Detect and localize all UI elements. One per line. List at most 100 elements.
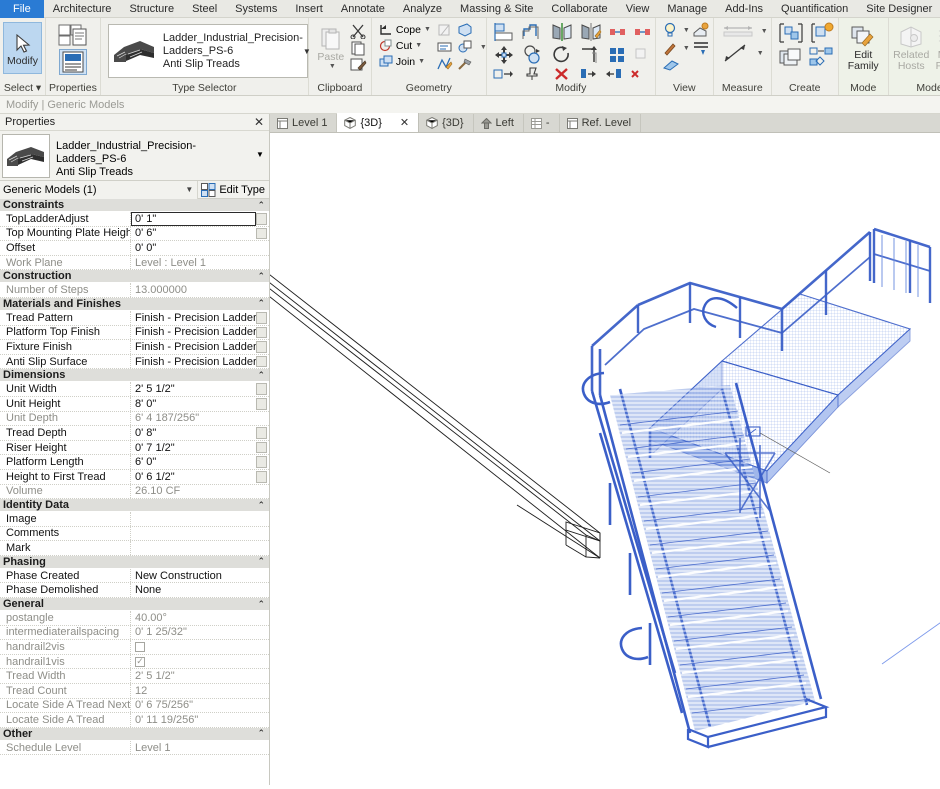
mirror-pick-axis-icon[interactable] <box>551 22 573 42</box>
linework-icon[interactable] <box>662 40 678 56</box>
property-value[interactable] <box>131 640 256 654</box>
property-row[interactable]: TopLadderAdjust0' 1" <box>0 212 269 227</box>
property-row[interactable]: Locate Side A Tread0' 11 19/256" <box>0 713 269 728</box>
property-browse-button[interactable] <box>256 427 267 439</box>
view-tab-[interactable]: - <box>524 114 560 132</box>
property-browse-button[interactable] <box>256 213 267 225</box>
property-row[interactable]: Anti Slip SurfaceFinish - Precision Ladd… <box>0 355 269 370</box>
view-tab-left[interactable]: Left <box>474 114 524 132</box>
property-row[interactable]: Tread Depth0' 8" <box>0 426 269 441</box>
linework-dropdown-icon[interactable]: ▼ <box>683 45 690 52</box>
cope-button[interactable]: Cope ▼ <box>377 22 433 37</box>
property-value[interactable]: New Construction <box>131 569 256 583</box>
type-properties-icon[interactable] <box>58 23 88 47</box>
scale-icon[interactable] <box>493 67 515 81</box>
property-value[interactable]: Finish - Precision Ladders... <box>131 311 256 325</box>
type-selector-combo[interactable]: Ladder_Industrial_Precision- Ladders_PS-… <box>108 24 308 78</box>
split-face-icon[interactable] <box>437 23 453 37</box>
property-browse-button[interactable] <box>256 356 267 368</box>
cut-clipboard-icon[interactable] <box>350 24 368 39</box>
drawing-canvas[interactable]: 2' - 6" <box>270 133 940 785</box>
property-group-header[interactable]: Constraints⌃ <box>0 199 269 212</box>
menu-tab-collaborate[interactable]: Collaborate <box>542 0 616 18</box>
collapse-chevron-icon[interactable]: ⌃ <box>257 298 265 309</box>
property-row[interactable]: Riser Height0' 7 1/2" <box>0 441 269 456</box>
create-part-icon[interactable] <box>809 47 835 67</box>
property-value[interactable]: 8' 0" <box>131 397 256 411</box>
property-row[interactable]: Unit Depth6' 4 187/256" <box>0 412 269 427</box>
mirror-draw-axis-icon[interactable] <box>580 22 602 42</box>
match-type-icon[interactable] <box>350 58 368 73</box>
property-row[interactable]: Unit Height8' 0" <box>0 397 269 412</box>
property-browse-button[interactable] <box>256 228 267 240</box>
property-value[interactable]: 0' 6" <box>131 227 256 241</box>
collapse-chevron-icon[interactable]: ⌃ <box>257 728 265 739</box>
ribbon-panel-select-title[interactable]: Select ▾ <box>3 82 42 95</box>
create-group-icon[interactable] <box>809 22 835 44</box>
align-indent-icon[interactable] <box>580 67 598 81</box>
property-row[interactable]: Phase CreatedNew Construction <box>0 569 269 584</box>
property-row[interactable]: Fixture FinishFinish - Precision Ladders… <box>0 340 269 355</box>
demolish-hammer-icon[interactable] <box>457 57 473 71</box>
view-tab-level-1[interactable]: Level 1 <box>270 114 337 132</box>
paste-button[interactable]: Paste ▼ <box>314 22 348 70</box>
create-similar-icon[interactable] <box>778 22 804 44</box>
property-value[interactable]: 0' 6 1/2" <box>131 470 256 484</box>
view-tab-bar[interactable]: Level 1{3D}✕{3D}Left-Ref. Level <box>270 114 940 133</box>
collapse-chevron-icon[interactable]: ⌃ <box>257 200 265 211</box>
join-button[interactable]: Join ▼ <box>377 54 433 69</box>
property-group-header[interactable]: Identity Data⌃ <box>0 499 269 512</box>
mass-floors-button[interactable]: Mass Floors <box>931 22 940 72</box>
rotate-icon[interactable] <box>551 45 573 65</box>
close-icon[interactable]: ✕ <box>254 115 264 129</box>
offset-icon[interactable] <box>522 22 544 42</box>
property-value[interactable]: Finish - Precision Ladders... <box>131 355 256 369</box>
edit-type-button[interactable]: Edit Type <box>197 181 269 199</box>
property-group-header[interactable]: Materials and Finishes⌃ <box>0 298 269 311</box>
view-tab-3d[interactable]: {3D} <box>419 114 473 132</box>
property-row[interactable]: Platform Top FinishFinish - Precision La… <box>0 326 269 341</box>
view-tab-3d[interactable]: {3D}✕ <box>337 113 419 132</box>
property-browse-button[interactable] <box>256 398 267 410</box>
copy-clipboard-icon[interactable] <box>350 41 368 56</box>
array-icon[interactable] <box>634 24 652 40</box>
delete-small-icon[interactable] <box>630 67 640 81</box>
property-value[interactable]: Level 1 <box>131 741 256 755</box>
align-distribute-icon[interactable] <box>605 67 623 81</box>
property-value[interactable]: 12 <box>131 684 256 698</box>
menu-tab-analyze[interactable]: Analyze <box>394 0 451 18</box>
property-browse-button[interactable] <box>256 327 267 339</box>
properties-type-preview[interactable]: Ladder_Industrial_Precision-Ladders_PS-6… <box>0 131 269 181</box>
property-value[interactable]: 26.10 CF <box>131 485 256 499</box>
menu-tab-systems[interactable]: Systems <box>226 0 286 18</box>
category-selector[interactable]: Generic Models (1) ▼ <box>0 181 197 199</box>
property-row[interactable]: Number of Steps13.000000 <box>0 283 269 298</box>
property-value[interactable] <box>131 541 256 555</box>
property-value[interactable]: 0' 1" <box>131 212 256 226</box>
related-hosts-button[interactable]: Related Hosts <box>892 22 931 72</box>
property-row[interactable]: Tread PatternFinish - Precision Ladders.… <box>0 311 269 326</box>
hidden-elements-icon[interactable] <box>692 22 710 38</box>
paste-dropdown-icon[interactable]: ▼ <box>329 63 336 70</box>
property-row[interactable]: Tread Width2' 5 1/2" <box>0 669 269 684</box>
edit-profile-icon[interactable] <box>437 57 453 71</box>
demolish-icon[interactable] <box>437 40 453 54</box>
dimension-dropdown-icon[interactable]: ▼ <box>757 50 764 57</box>
menu-tab-site-designer[interactable]: Site Designer <box>857 0 940 18</box>
property-value[interactable]: 6' 0" <box>131 455 256 469</box>
property-row[interactable]: Tread Count12 <box>0 684 269 699</box>
property-value[interactable] <box>131 512 256 526</box>
paint-face-icon[interactable] <box>457 23 473 37</box>
menu-tab-insert[interactable]: Insert <box>286 0 332 18</box>
align-icon[interactable] <box>493 22 515 42</box>
property-row[interactable]: Locate Side A Tread Next0' 6 75/256" <box>0 699 269 714</box>
copy-icon[interactable] <box>522 45 544 65</box>
collapse-chevron-icon[interactable]: ⌃ <box>257 556 265 567</box>
menu-tab-annotate[interactable]: Annotate <box>332 0 394 18</box>
property-group-header[interactable]: Phasing⌃ <box>0 556 269 569</box>
property-browse-button[interactable] <box>256 341 267 353</box>
aligned-dimension-icon[interactable] <box>721 42 751 64</box>
menu-tab-view[interactable]: View <box>617 0 659 18</box>
split-dropdown-icon[interactable]: ▼ <box>480 44 487 51</box>
cut-profile-icon[interactable] <box>662 58 680 72</box>
